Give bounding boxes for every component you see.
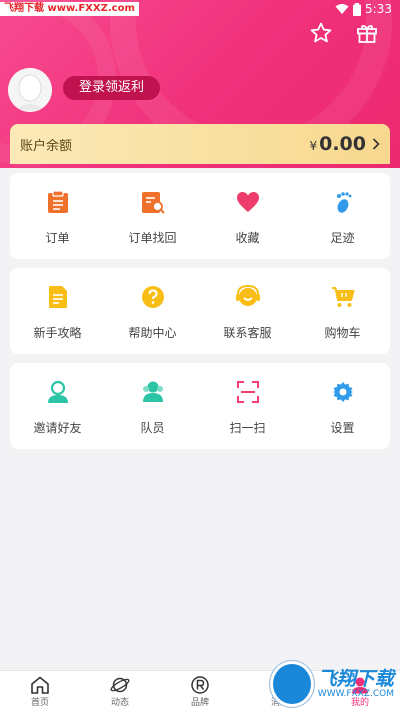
- header-actions: [308, 20, 380, 46]
- account-balance-bar[interactable]: 账户余额 ¥0.00: [10, 124, 390, 164]
- watermark-label: 飞翔下载 www.FXXZ.com: [0, 2, 139, 16]
- order-search-icon: [140, 189, 166, 215]
- watermark-url: WWW.FXXZ.COM: [317, 688, 394, 699]
- settings-gear-icon: [330, 379, 356, 405]
- status-icons: 5:33: [335, 2, 392, 16]
- wifi-icon: [335, 4, 349, 14]
- menu-item-scan[interactable]: 扫一扫: [200, 363, 295, 449]
- menu-label: 邀请好友: [33, 421, 82, 435]
- menu-item-settings[interactable]: 设置: [295, 363, 390, 449]
- currency-symbol: ¥: [309, 139, 318, 153]
- chevron-right-icon: [372, 138, 380, 150]
- tools-card: 邀请好友 队员 扫一扫 设置: [10, 363, 390, 449]
- gift-icon: [357, 25, 377, 43]
- menu-item-shopping-cart[interactable]: 购物车: [295, 268, 390, 354]
- scan-icon: [235, 379, 261, 405]
- menu-item-footprints[interactable]: 足迹: [295, 173, 390, 259]
- menu-item-orders[interactable]: 订单: [10, 173, 105, 259]
- menu-label: 设置: [330, 421, 355, 435]
- avatar[interactable]: [8, 68, 52, 112]
- watermark-title: 飞翔下载: [317, 667, 394, 690]
- tab-label: 首页: [30, 697, 49, 708]
- watermark-text: 飞翔下载 WWW.FXXZ.COM: [318, 669, 394, 700]
- balance-amount: ¥0.00: [309, 133, 366, 155]
- orders-card: 订单 订单找回 收藏 足迹: [10, 173, 390, 259]
- menu-label: 订单找回: [128, 231, 177, 245]
- customer-service-icon: [235, 284, 261, 310]
- planet-icon: [110, 677, 130, 692]
- default-avatar-icon: [8, 68, 52, 112]
- menu-item-favorites[interactable]: 收藏: [200, 173, 295, 259]
- tab-label: 品牌: [190, 697, 209, 708]
- menu-item-invite-friends[interactable]: 邀请好友: [10, 363, 105, 449]
- menu-label: 足迹: [330, 231, 355, 245]
- order-clipboard-icon: [45, 189, 71, 215]
- balance-number: 0.00: [319, 133, 366, 155]
- brand-r-icon: [191, 675, 209, 694]
- menu-label: 扫一扫: [229, 421, 266, 435]
- status-time: 5:33: [365, 2, 392, 16]
- menu-item-team-members[interactable]: 队员: [105, 363, 200, 449]
- status-bar: 飞翔下载 www.FXXZ.com 5:33: [0, 0, 400, 20]
- shopping-cart-icon: [330, 284, 356, 310]
- menu-label: 队员: [140, 421, 165, 435]
- balance-value-group: ¥0.00: [309, 133, 380, 155]
- menu-label: 帮助中心: [128, 326, 177, 340]
- favorite-button[interactable]: [308, 20, 334, 46]
- battery-icon: [353, 2, 362, 16]
- menu-label: 购物车: [324, 326, 361, 340]
- heart-icon: [235, 189, 261, 215]
- home-icon: [31, 676, 49, 694]
- gift-button[interactable]: [354, 20, 380, 46]
- star-icon: [310, 22, 332, 43]
- invite-friend-icon: [45, 379, 71, 405]
- tab-home[interactable]: 首页: [0, 671, 80, 712]
- help-card: 新手攻略 帮助中心 联系客服 购物车: [10, 268, 390, 354]
- menu-label: 订单: [45, 231, 70, 245]
- login-rebate-button[interactable]: 登录领返利: [63, 76, 161, 100]
- menu-label: 收藏: [235, 231, 260, 245]
- guide-doc-icon: [45, 284, 71, 310]
- team-member-icon: [140, 379, 166, 405]
- balance-label: 账户余额: [20, 138, 73, 154]
- menu-item-order-recovery[interactable]: 订单找回: [105, 173, 200, 259]
- menu-label: 新手攻略: [33, 326, 82, 340]
- menu-label: 联系客服: [223, 326, 272, 340]
- tab-brand[interactable]: 品牌: [160, 671, 240, 712]
- tab-feed[interactable]: 动态: [80, 671, 160, 712]
- footprint-icon: [330, 189, 356, 215]
- menu-item-help-center[interactable]: 帮助中心: [105, 268, 200, 354]
- watermark-overlay: 飞翔下载 WWW.FXXZ.COM: [270, 661, 394, 707]
- menu-item-customer-service[interactable]: 联系客服: [200, 268, 295, 354]
- menu-item-beginner-guide[interactable]: 新手攻略: [10, 268, 105, 354]
- tab-label: 动态: [110, 697, 129, 708]
- help-question-icon: [140, 284, 166, 310]
- watermark-logo: [270, 661, 314, 707]
